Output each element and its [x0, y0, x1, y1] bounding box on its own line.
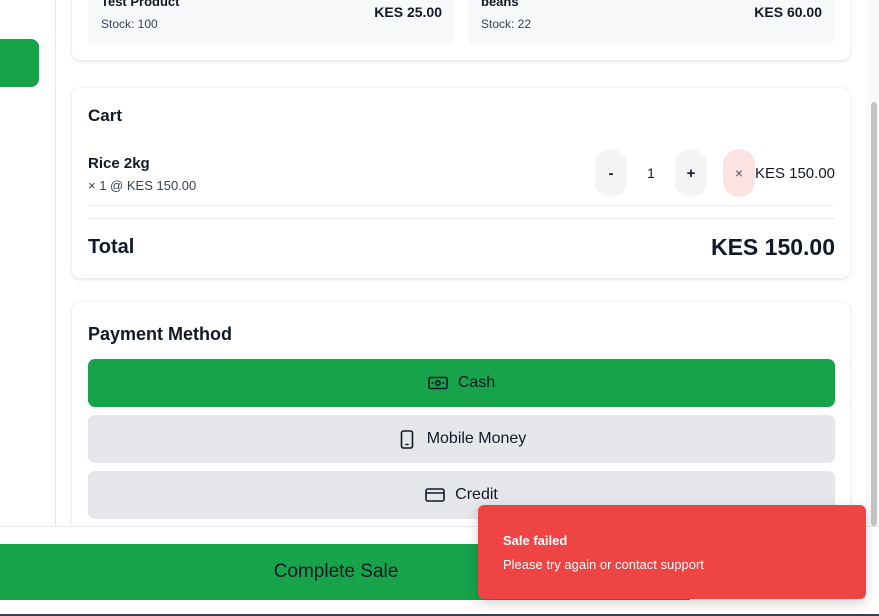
cart-title: Cart	[88, 106, 123, 125]
product-stock: Stock: 22	[481, 17, 532, 31]
total-label: Total	[88, 236, 135, 258]
product-name: beans	[481, 0, 519, 9]
payment-option-label: Mobile Money	[426, 430, 527, 447]
toast-description: Please try again or contact support	[503, 557, 704, 572]
product-card[interactable]: beans Stock: 22 KES 60.00	[468, 0, 835, 44]
toast-title: Sale failed	[503, 533, 568, 548]
cart-panel: Cart Rice 2kg × 1 @ KES 150.00 - 1 + × K…	[72, 88, 850, 278]
cart-item-name: Rice 2kg	[88, 155, 150, 172]
product-name: Test Product	[101, 0, 180, 9]
cart-item-total: KES 150.00	[754, 165, 835, 182]
credit-card-icon	[425, 485, 445, 505]
total-value: KES 150.00	[710, 234, 835, 260]
smartphone-icon	[397, 429, 417, 449]
remove-item-button[interactable]: ×	[723, 149, 755, 197]
payment-cash-button[interactable]: Cash	[88, 359, 835, 407]
product-card[interactable]: Test Product Stock: 100 KES 25.00	[88, 0, 455, 44]
error-toast[interactable]: Sale failed Please try again or contact …	[478, 505, 866, 599]
pos-screen: Test Product Stock: 100 KES 25.00 beans …	[0, 0, 879, 616]
total-divider	[88, 218, 835, 219]
quantity-value: 1	[647, 165, 655, 181]
product-price: KES 25.00	[374, 4, 442, 20]
products-panel: Test Product Stock: 100 KES 25.00 beans …	[72, 0, 850, 60]
payment-mobile-money-button[interactable]: Mobile Money	[88, 415, 835, 463]
payment-option-label: Cash	[457, 374, 496, 391]
item-divider	[88, 205, 835, 206]
product-stock: Stock: 100	[101, 17, 158, 31]
increase-quantity-button[interactable]: +	[675, 149, 707, 197]
cart-item-detail: × 1 @ KES 150.00	[88, 178, 197, 193]
banknote-icon	[428, 373, 448, 393]
product-price: KES 60.00	[754, 4, 822, 20]
payment-option-label: Credit	[455, 486, 498, 503]
scrollbar-thumb[interactable]	[871, 102, 877, 526]
sidebar-active-item[interactable]	[0, 39, 39, 87]
payment-method-title: Payment Method	[88, 324, 233, 344]
sidebar	[0, 0, 56, 526]
decrease-quantity-button[interactable]: -	[595, 149, 627, 197]
